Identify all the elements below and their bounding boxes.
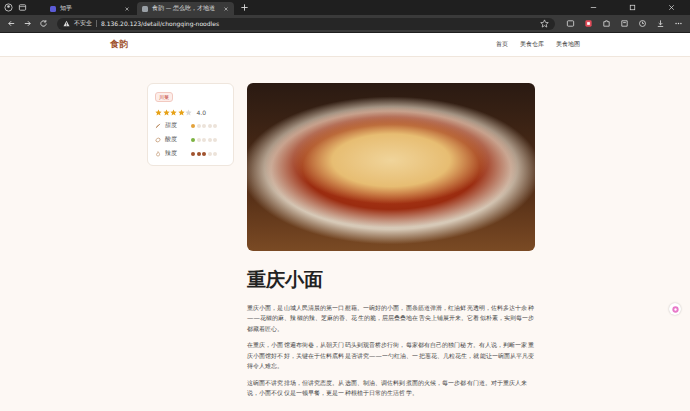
dish-paragraph: 这碗面不讲究排场，但讲究态度。从选面、制油、调佐料到煮面的火候，每一步都有门道。… [247, 378, 535, 399]
web-page: 食韵 首页 美食仓库 美食地图 川菜 4.0 甜度 酸度 辣度 重庆小面 重庆小面，… [0, 33, 690, 411]
flavor-dot [197, 124, 201, 128]
close-tab-icon[interactable] [124, 6, 130, 12]
url-text[interactable]: 8.136.20.123/detail/chongqing-noodles [101, 20, 219, 27]
flavor-meter [191, 152, 217, 156]
flavor-dot [213, 138, 217, 142]
dish-detail: 川菜 4.0 甜度 酸度 辣度 重庆小面 重庆小面，是山城人民清晨的第一口慰藉。… [147, 83, 537, 405]
tab-search-icon[interactable] [566, 19, 575, 28]
dish-title: 重庆小面 [247, 268, 535, 291]
flavor-dot [208, 152, 212, 156]
site-nav: 首页 美食仓库 美食地图 [496, 40, 580, 49]
nav-link[interactable]: 美食地图 [556, 40, 580, 49]
dish-paragraph: 在重庆，小面馆遍布街巷，从朝天门码头到观音桥步行街，每家都有自己的独门秘方。有人… [247, 340, 535, 372]
download-icon[interactable] [656, 19, 665, 28]
flavor-label: 辣度 [165, 150, 191, 157]
close-window-icon[interactable] [667, 3, 676, 12]
flame-icon [155, 151, 161, 157]
toolbar: 不安全 8.136.20.123/detail/chongqing-noodle… [0, 15, 690, 32]
flavor-row: 酸度 [155, 135, 226, 144]
flavor-dot [191, 124, 195, 128]
favicon-icon [50, 6, 56, 12]
address-bar[interactable]: 不安全 8.136.20.123/detail/chongqing-noodle… [57, 18, 555, 30]
floating-assistant-button[interactable] [669, 303, 681, 315]
site-header: 食韵 首页 美食仓库 美食地图 [0, 33, 690, 57]
flavor-dot [213, 152, 217, 156]
extension-icon[interactable] [584, 19, 593, 28]
rating-row: 4.0 [155, 109, 206, 116]
flavor-dot [208, 124, 212, 128]
star-icon [170, 109, 177, 116]
flavor-dot [191, 152, 195, 156]
dish-info-card: 川菜 4.0 甜度 酸度 辣度 [147, 83, 234, 166]
browser-window: 知乎 食韵 — 怎么吃，才地道 不安全 8.136.20.123/detail/… [0, 0, 690, 411]
nav-link[interactable]: 美食仓库 [520, 40, 544, 49]
star-icon [155, 109, 162, 116]
rating-value: 4.0 [197, 109, 207, 116]
tab-strip: 知乎 食韵 — 怎么吃，才地道 [0, 0, 690, 15]
flavor-dot [202, 124, 206, 128]
flavor-dot [191, 138, 195, 142]
star-icon [178, 109, 185, 116]
close-tab-icon[interactable] [223, 6, 229, 12]
security-label[interactable]: 不安全 [74, 20, 92, 27]
back-icon[interactable] [7, 19, 16, 28]
warning-icon [63, 20, 70, 27]
star-icon [163, 109, 170, 116]
menu-icon[interactable] [674, 19, 683, 28]
flavor-meter [191, 138, 217, 142]
flavor-row: 辣度 [155, 149, 226, 158]
minimize-icon[interactable] [589, 3, 598, 12]
tab-actions-icon[interactable] [18, 3, 27, 12]
flavor-dot [197, 152, 201, 156]
site-logo[interactable]: 食韵 [110, 38, 128, 51]
maximize-icon[interactable] [628, 3, 637, 12]
dish-paragraph: 重庆小面，是山城人民清晨的第一口慰藉。一碗好的小面，面条筋道弹滑，红油鲜亮透明，… [247, 303, 535, 335]
flavor-dot [202, 152, 206, 156]
flavor-dot [197, 138, 201, 142]
cuisine-tag: 川菜 [155, 92, 173, 102]
favicon-icon [142, 6, 148, 12]
flavor-dot [213, 124, 217, 128]
nav-link[interactable]: 首页 [496, 40, 508, 49]
flavor-label: 甜度 [165, 122, 191, 129]
bookmark-star-icon[interactable] [540, 19, 549, 28]
sweet-icon [155, 123, 161, 129]
browser-tab[interactable]: 食韵 — 怎么吃，才地道 [137, 2, 234, 15]
new-tab-icon[interactable] [240, 3, 249, 12]
reload-icon[interactable] [39, 19, 48, 28]
flavor-dot [208, 138, 212, 142]
browser-tab[interactable]: 知乎 [45, 2, 135, 15]
flavor-label: 酸度 [165, 136, 191, 143]
puzzle-icon[interactable] [602, 19, 611, 28]
favorites-icon[interactable] [620, 19, 629, 28]
lemon-icon [155, 137, 161, 143]
profile-icon[interactable] [4, 3, 13, 12]
star-icon [185, 109, 192, 116]
flavor-meter [191, 124, 217, 128]
dish-photo [247, 83, 535, 251]
flavor-dot [202, 138, 206, 142]
history-icon[interactable] [638, 19, 647, 28]
forward-icon[interactable] [23, 19, 32, 28]
flavor-row: 甜度 [155, 121, 226, 130]
dish-article: 重庆小面 重庆小面，是山城人民清晨的第一口慰藉。一碗好的小面，面条筋道弹滑，红油… [247, 83, 535, 405]
assistant-icon [671, 305, 680, 314]
